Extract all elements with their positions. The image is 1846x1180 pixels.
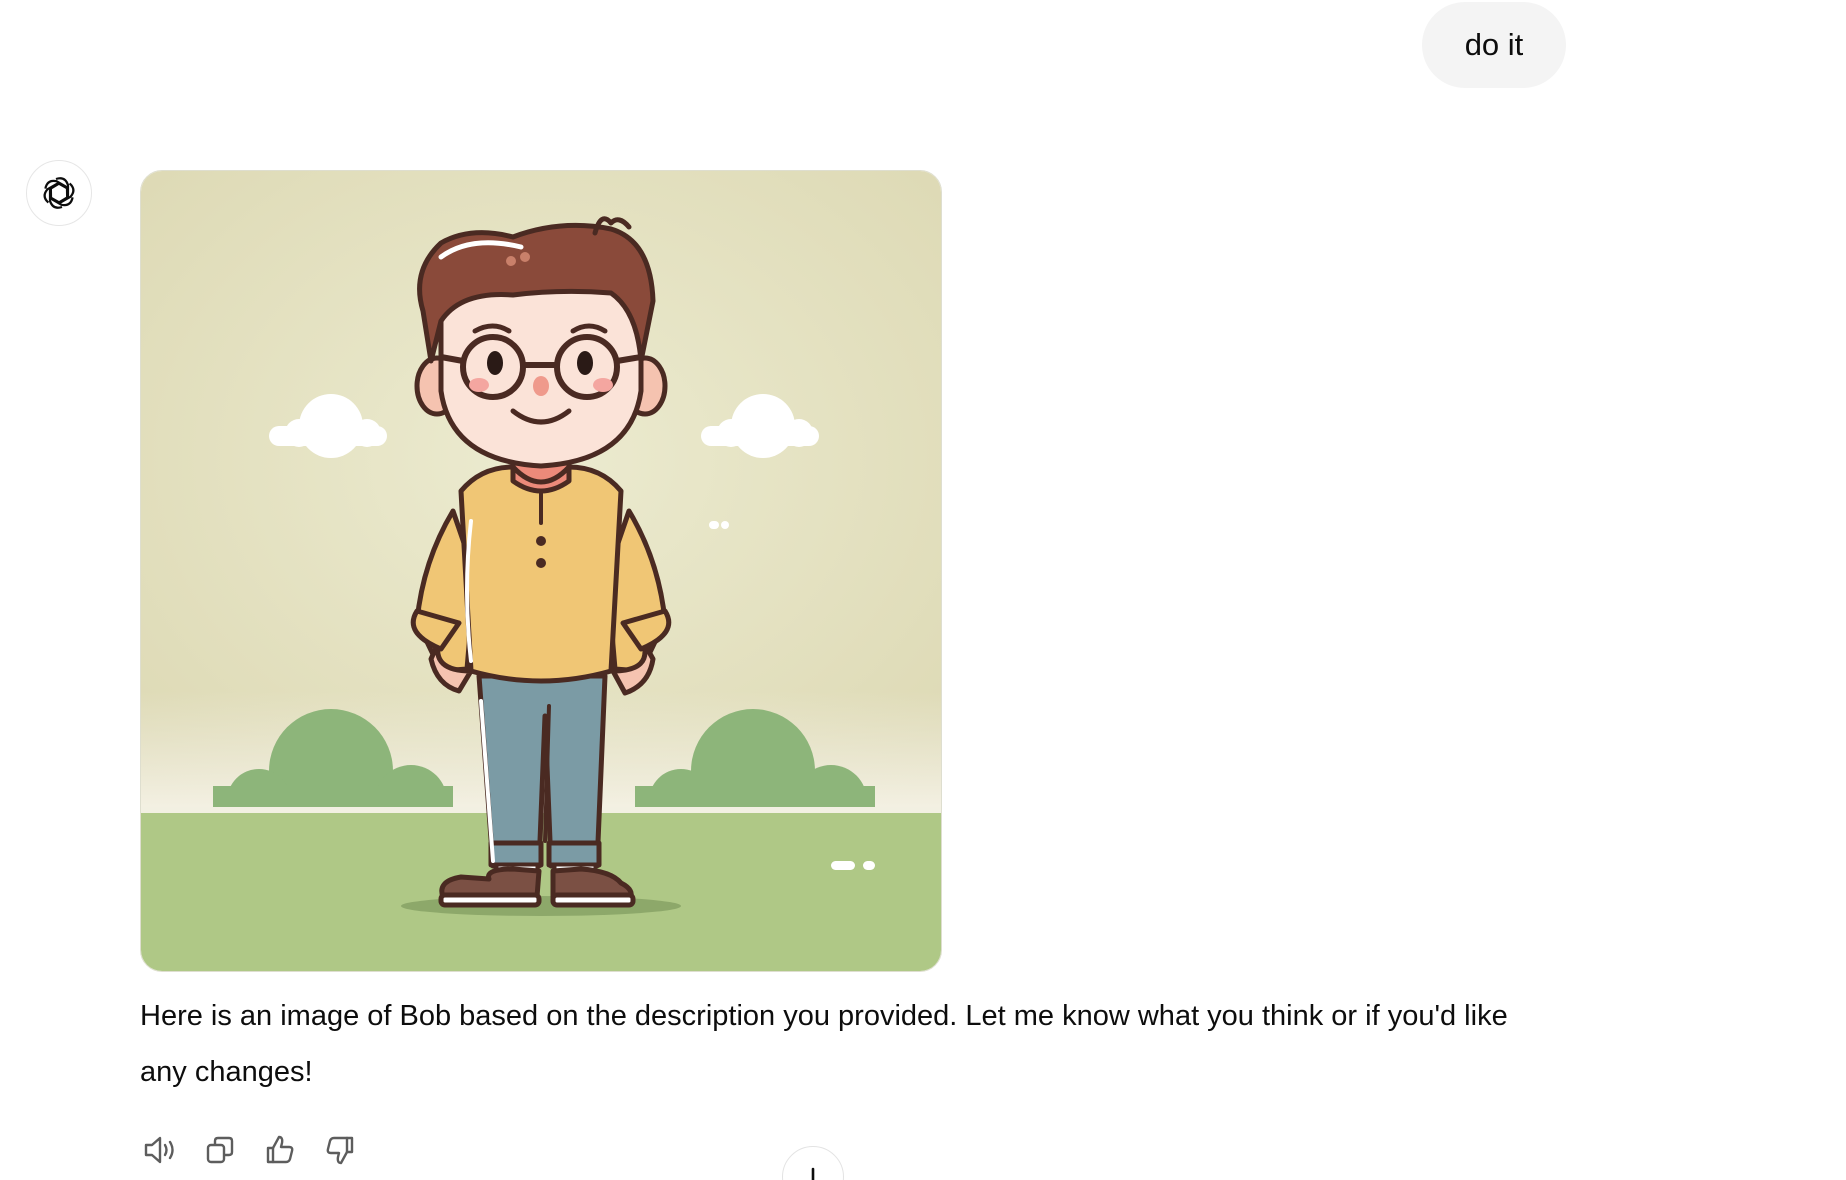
thumbs-up-icon xyxy=(266,1135,294,1164)
copy-button[interactable] xyxy=(200,1130,240,1170)
thumbs-down-icon xyxy=(326,1136,354,1165)
chat-page: do it Here is an image of Bob based on t… xyxy=(0,0,1846,1180)
generated-image[interactable] xyxy=(140,170,942,972)
speaker-icon xyxy=(144,1136,174,1164)
bad-response-button[interactable] xyxy=(320,1130,360,1170)
user-message-bubble: do it xyxy=(1422,2,1566,88)
good-response-button[interactable] xyxy=(260,1130,300,1170)
user-message-text: do it xyxy=(1464,27,1524,62)
openai-logo-icon xyxy=(43,177,75,209)
assistant-reply-text: Here is an image of Bob based on the des… xyxy=(140,1000,1508,1088)
copy-icon xyxy=(206,1136,234,1164)
message-actions xyxy=(140,1130,360,1170)
scroll-to-bottom-button[interactable] xyxy=(782,1146,844,1180)
bob-illustration xyxy=(141,171,941,971)
assistant-avatar xyxy=(26,160,92,226)
arrow-down-icon xyxy=(811,1167,815,1180)
read-aloud-button[interactable] xyxy=(140,1130,180,1170)
